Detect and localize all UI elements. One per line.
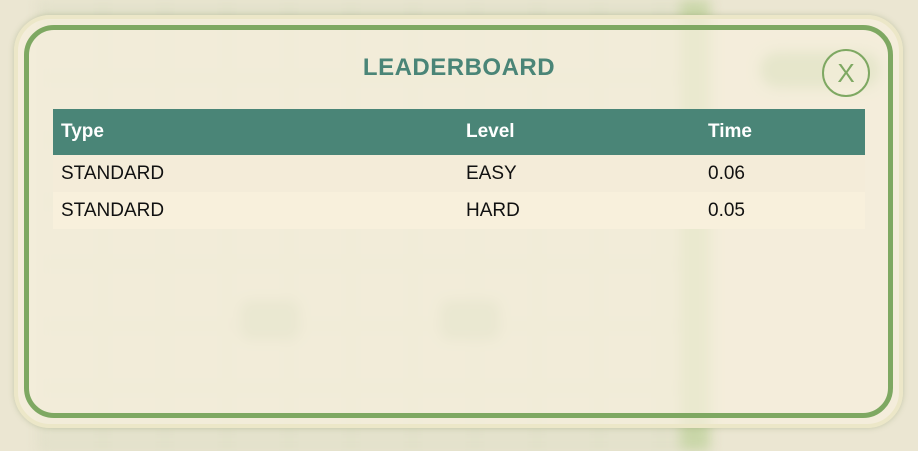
table-header-row: Type Level Time [53,109,865,155]
table-row: STANDARD HARD 0.05 [53,192,865,229]
cell-level: EASY [458,155,700,192]
cell-type: STANDARD [53,155,458,192]
column-header-type: Type [53,109,458,155]
leaderboard-table: Type Level Time STANDARD EASY 0.06 STAND… [53,109,865,229]
table-row: STANDARD EASY 0.06 [53,155,865,192]
close-button[interactable]: X [822,49,870,97]
cell-level: HARD [458,192,700,229]
leaderboard-title: LEADERBOARD [362,54,556,81]
column-header-level: Level [458,109,700,155]
cell-time: 0.05 [700,192,865,229]
cell-time: 0.06 [700,155,865,192]
column-header-time: Time [700,109,865,155]
cell-type: STANDARD [53,192,458,229]
